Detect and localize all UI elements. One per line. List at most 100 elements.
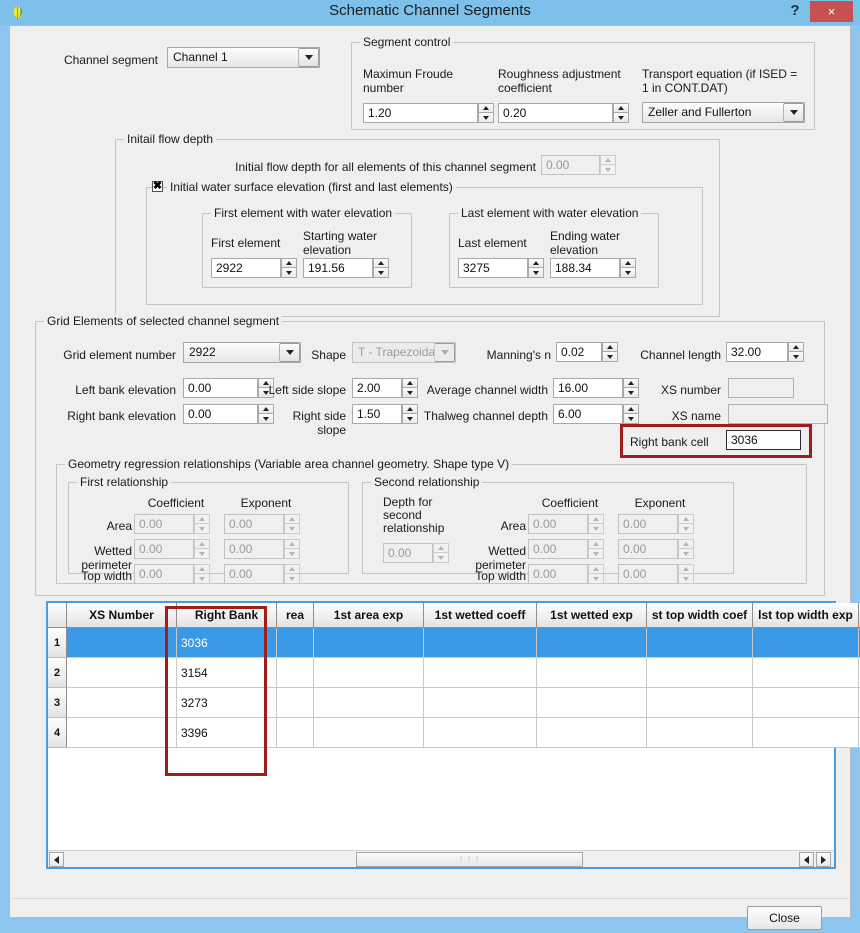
first-topwidth-coefficient-input[interactable] — [134, 564, 194, 584]
roughness-spinner-down[interactable] — [613, 113, 629, 123]
table-cell[interactable] — [647, 688, 753, 718]
table-cell[interactable] — [647, 628, 753, 658]
last-element-input[interactable] — [458, 258, 528, 278]
left-bank-elev-input[interactable] — [183, 378, 258, 398]
left-side-slope-input[interactable] — [352, 378, 402, 398]
second-wetted-exponent-spinner[interactable] — [678, 539, 694, 559]
thalweg-depth-input[interactable] — [553, 404, 623, 424]
channel-length-spinner-up[interactable] — [788, 342, 804, 352]
table-column-header[interactable]: 1st area exp — [314, 603, 424, 628]
right-bank-cell-input[interactable] — [726, 430, 801, 450]
table-cell[interactable] — [753, 718, 859, 748]
spinner-up[interactable] — [194, 539, 210, 549]
starting-wse-spinner-up[interactable] — [373, 258, 389, 268]
spinner-up[interactable] — [588, 564, 604, 574]
scroll-left-button[interactable] — [49, 852, 64, 867]
table-cell[interactable] — [424, 718, 537, 748]
thalweg-depth-spinner-up[interactable] — [623, 404, 639, 414]
spinner-up[interactable] — [284, 539, 300, 549]
close-button[interactable]: Close — [747, 906, 822, 930]
table-cell[interactable] — [537, 688, 647, 718]
scroll-left-button-right[interactable] — [799, 852, 814, 867]
initial-flow-spinner-down[interactable] — [600, 165, 616, 175]
right-side-slope-spinner-up[interactable] — [402, 404, 418, 414]
spinner-up[interactable] — [678, 539, 694, 549]
right-side-slope-input[interactable] — [352, 404, 402, 424]
average-channel-width-spinner[interactable] — [623, 378, 639, 398]
spinner-down[interactable] — [194, 549, 210, 559]
second-area-coefficient-input[interactable] — [528, 514, 588, 534]
spinner-down[interactable] — [588, 524, 604, 534]
second-wetted-exponent-input[interactable] — [618, 539, 678, 559]
last-element-spinner[interactable] — [528, 258, 544, 278]
second-area-coefficient-spinner[interactable] — [588, 514, 604, 534]
table-cell[interactable] — [537, 718, 647, 748]
second-topwidth-exponent-spinner[interactable] — [678, 564, 694, 584]
roughness-input[interactable] — [498, 103, 613, 123]
roughness-spinner-up[interactable] — [613, 103, 629, 113]
table-corner-header[interactable] — [48, 603, 67, 628]
first-element-input[interactable] — [211, 258, 281, 278]
starting-wse-spinner[interactable] — [373, 258, 389, 278]
second-area-exponent-input[interactable] — [618, 514, 678, 534]
second-topwidth-exponent-input[interactable] — [618, 564, 678, 584]
ending-wse-spinner-down[interactable] — [620, 268, 636, 278]
table-cell[interactable] — [753, 658, 859, 688]
spinner-down[interactable] — [194, 574, 210, 584]
table-cell[interactable] — [277, 658, 314, 688]
table-column-header[interactable]: Right Bank — [177, 603, 277, 628]
table-cell[interactable] — [314, 628, 424, 658]
spinner-down[interactable] — [284, 574, 300, 584]
thalweg-depth-spinner-down[interactable] — [623, 414, 639, 424]
average-channel-width-input[interactable] — [553, 378, 623, 398]
first-area-exponent-input[interactable] — [224, 514, 284, 534]
spinner-up[interactable] — [284, 564, 300, 574]
second-wetted-coefficient-spinner[interactable] — [588, 539, 604, 559]
channel-length-input[interactable] — [726, 342, 788, 362]
spinner-up[interactable] — [588, 514, 604, 524]
channel-length-spinner[interactable] — [788, 342, 804, 362]
scroll-thumb[interactable]: ⋮⋮⋮ — [356, 852, 583, 867]
table-cell[interactable]: 3396 — [177, 718, 277, 748]
shape-combo[interactable]: T - Trapezoidal — [352, 342, 456, 363]
xs-name-input[interactable] — [728, 404, 828, 424]
initial-flow-spinner[interactable] — [600, 155, 616, 175]
table-cell[interactable] — [753, 688, 859, 718]
table-cell[interactable] — [424, 658, 537, 688]
table-cell[interactable]: 3154 — [177, 658, 277, 688]
first-topwidth-coefficient-spinner[interactable] — [194, 564, 210, 584]
second-topwidth-coefficient-spinner[interactable] — [588, 564, 604, 584]
second-area-exponent-spinner[interactable] — [678, 514, 694, 534]
initial-flow-all-elements-input[interactable] — [541, 155, 600, 175]
froude-spinner[interactable] — [478, 103, 494, 123]
table-cell[interactable] — [537, 658, 647, 688]
table-cell[interactable] — [424, 688, 537, 718]
first-area-exponent-spinner[interactable] — [284, 514, 300, 534]
spinner-up[interactable] — [678, 564, 694, 574]
second-wetted-coefficient-input[interactable] — [528, 539, 588, 559]
transport-equation-combo[interactable]: Zeller and Fullerton — [642, 102, 805, 123]
ending-wse-spinner-up[interactable] — [620, 258, 636, 268]
ending-wse-input[interactable] — [550, 258, 620, 278]
starting-wse-spinner-down[interactable] — [373, 268, 389, 278]
spinner-down[interactable] — [284, 549, 300, 559]
left-side-slope-spinner[interactable] — [402, 378, 418, 398]
ending-wse-spinner[interactable] — [620, 258, 636, 278]
spinner-down[interactable] — [678, 549, 694, 559]
first-element-spinner-down[interactable] — [281, 268, 297, 278]
table-column-header[interactable]: lst top width exp — [753, 603, 859, 628]
starting-wse-input[interactable] — [303, 258, 373, 278]
table-cell[interactable]: 3036 — [177, 628, 277, 658]
table-cell[interactable] — [67, 658, 177, 688]
chevron-down-icon[interactable] — [298, 48, 319, 67]
table-cell[interactable] — [424, 628, 537, 658]
mannings-n-spinner[interactable] — [602, 342, 618, 362]
first-wetted-coefficient-spinner[interactable] — [194, 539, 210, 559]
left-side-slope-spinner-up[interactable] — [402, 378, 418, 388]
mannings-n-input[interactable] — [556, 342, 602, 362]
spinner-up[interactable] — [678, 514, 694, 524]
first-element-spinner[interactable] — [281, 258, 297, 278]
table-cell[interactable] — [753, 628, 859, 658]
chevron-down-icon[interactable] — [434, 343, 455, 362]
cross-section-table[interactable]: XS NumberRight Bankrea 1st area exp1st w… — [46, 601, 836, 869]
